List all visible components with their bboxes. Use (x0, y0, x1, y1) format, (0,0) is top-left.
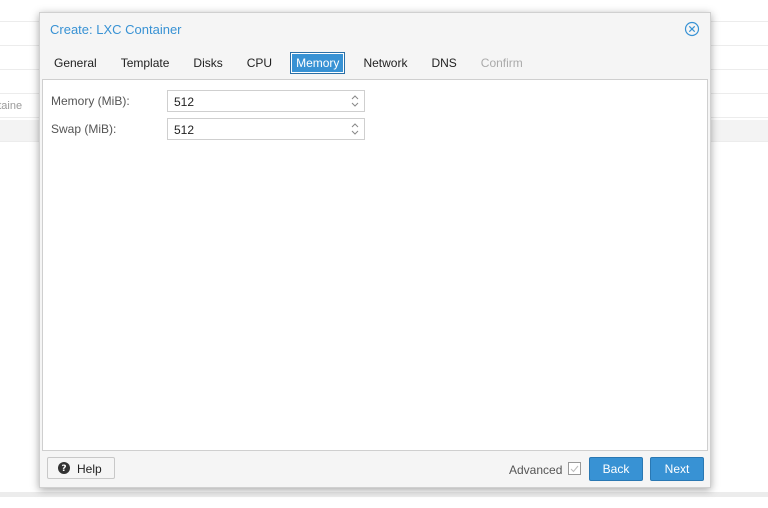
memory-label: Memory (MiB): (51, 94, 130, 108)
checkbox-icon (570, 465, 579, 473)
tab-general[interactable]: General (48, 52, 103, 74)
memory-value: 512 (174, 95, 195, 109)
dialog-title-bar: Create: LXC Container (40, 13, 710, 45)
swap-field[interactable]: 512 (167, 118, 365, 140)
dialog-footer: ? Help Advanced Back Next (42, 453, 708, 485)
back-button[interactable]: Back (589, 457, 643, 481)
swap-row: Swap (MiB): 512 (51, 118, 381, 140)
svg-text:?: ? (61, 464, 66, 474)
background-bottom-bar (0, 492, 768, 497)
tab-template[interactable]: Template (115, 52, 176, 74)
swap-label: Swap (MiB): (51, 122, 117, 136)
create-lxc-container-dialog: Create: LXC Container General Template D… (39, 12, 711, 488)
memory-row: Memory (MiB): 512 (51, 90, 381, 112)
tab-confirm: Confirm (480, 56, 523, 70)
memory-panel: Memory (MiB): 512 Swap (MiB): 512 (42, 79, 708, 451)
tab-memory[interactable]: Memory (290, 52, 346, 74)
help-button[interactable]: ? Help (47, 457, 115, 479)
tab-network[interactable]: Network (357, 52, 413, 74)
up-down-arrows-icon[interactable] (350, 93, 360, 109)
question-circle-icon: ? (58, 462, 70, 474)
tab-cpu[interactable]: CPU (241, 52, 278, 74)
dialog-title: Create: LXC Container (50, 22, 182, 37)
memory-field[interactable]: 512 (167, 90, 365, 112)
up-down-arrows-icon[interactable] (350, 121, 360, 137)
close-icon[interactable] (684, 21, 700, 37)
tab-dns[interactable]: DNS (425, 52, 462, 74)
background-row-text: ontaine (0, 100, 23, 112)
tab-disks[interactable]: Disks (187, 52, 228, 74)
next-button[interactable]: Next (650, 457, 704, 481)
advanced-checkbox[interactable] (568, 462, 581, 475)
advanced-label: Advanced (509, 463, 563, 477)
wizard-tabs: General Template Disks CPU Memory Networ… (48, 52, 541, 74)
swap-value: 512 (174, 123, 195, 137)
help-label: Help (77, 462, 102, 476)
